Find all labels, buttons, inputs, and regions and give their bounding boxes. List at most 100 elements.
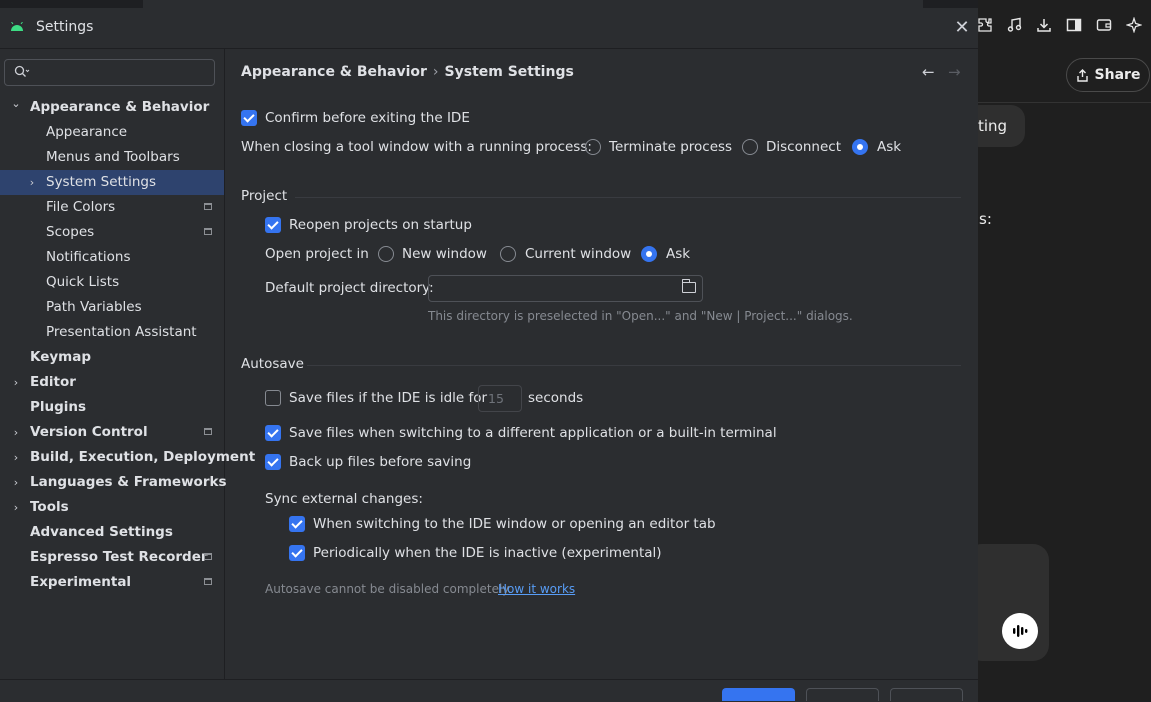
sidebar-item-experimental[interactable]: Experimental	[0, 570, 224, 595]
default-directory-label: Default project directory:	[265, 280, 434, 296]
chevron-down-icon[interactable]: ⌄	[10, 91, 22, 116]
backup-files-checkbox[interactable]	[265, 454, 281, 470]
how-it-works-link[interactable]: How it works	[498, 582, 575, 596]
project-divider	[295, 197, 961, 198]
forward-arrow-icon[interactable]: →	[948, 63, 961, 81]
settings-dialog: Settings ✕ ⌄ Appearance & Behavior Appeara…	[0, 8, 978, 702]
project-section-title: Project	[241, 188, 288, 204]
terminate-process-label: Terminate process	[609, 139, 733, 155]
chevron-right-icon[interactable]: ›	[10, 420, 22, 445]
disconnect-label: Disconnect	[766, 139, 841, 155]
open-project-ask-radio[interactable]	[641, 246, 657, 262]
music-note-icon[interactable]	[1005, 17, 1023, 35]
cancel-button[interactable]	[806, 688, 879, 701]
backup-files-label: Back up files before saving	[289, 454, 472, 470]
sidebar-item-scopes[interactable]: Scopes	[0, 220, 224, 245]
sidebar-item-plugins[interactable]: Plugins	[0, 395, 224, 420]
sidebar-item-languages-frameworks[interactable]: › Languages & Frameworks	[0, 470, 227, 495]
voice-mode-button[interactable]	[1002, 613, 1038, 649]
terminate-process-radio[interactable]	[585, 139, 601, 155]
sidebar-item-quick-lists[interactable]: Quick Lists	[0, 270, 224, 295]
sidebar-item-label: Build, Execution, Deployment	[30, 449, 256, 465]
sidebar-item-editor[interactable]: › Editor	[0, 370, 224, 395]
dialog-titlebar[interactable]: Settings ✕	[0, 8, 978, 49]
ok-button[interactable]	[722, 688, 795, 701]
extension-icon[interactable]	[976, 17, 994, 35]
settings-sidebar: ⌄ Appearance & Behavior Appearance Menus an…	[0, 49, 255, 679]
folder-icon[interactable]	[682, 279, 696, 293]
sync-on-switch-checkbox[interactable]	[289, 516, 305, 532]
sidebar-item-label: Appearance & Behavior	[30, 99, 210, 115]
background-text-fragment: s:	[979, 210, 992, 228]
download-icon[interactable]	[1035, 17, 1053, 35]
chevron-right-icon[interactable]: ›	[10, 470, 22, 495]
tool-window-ask-label: Ask	[877, 139, 902, 155]
sidebar-item-label: Appearance	[46, 124, 128, 140]
save-idle-label: Save files if the IDE is idle for	[289, 390, 488, 406]
sidebar-item-tools[interactable]: › Tools	[0, 495, 224, 520]
autosave-section-title: Autosave	[241, 356, 304, 372]
confirm-exit-checkbox[interactable]	[241, 110, 257, 126]
sidebar-item-file-colors[interactable]: File Colors	[0, 195, 224, 220]
android-icon	[10, 21, 24, 35]
sidebar-item-build-execution-deployment[interactable]: › Build, Execution, Deployment	[0, 445, 255, 470]
sidebar-item-appearance-behavior[interactable]: ⌄ Appearance & Behavior	[0, 95, 224, 120]
sidebar-item-keymap[interactable]: Keymap	[0, 345, 224, 370]
voice-waveform-icon	[1013, 625, 1028, 637]
sidebar-item-notifications[interactable]: Notifications	[0, 245, 224, 270]
back-arrow-icon[interactable]: ←	[922, 63, 935, 81]
sparkle-icon[interactable]	[1125, 16, 1143, 35]
default-directory-field[interactable]	[428, 275, 703, 302]
save-idle-checkbox[interactable]	[265, 390, 281, 406]
share-button[interactable]: Share	[1066, 58, 1150, 92]
idle-seconds-input[interactable]: 15	[478, 385, 522, 412]
sidebar-item-advanced-settings[interactable]: Advanced Settings	[0, 520, 224, 545]
sidebar-item-version-control[interactable]: › Version Control	[0, 420, 224, 445]
tool-window-ask-radio[interactable]	[852, 139, 868, 155]
settings-search-input[interactable]	[4, 59, 215, 86]
apply-button[interactable]	[890, 688, 963, 701]
sync-periodic-label: Periodically when the IDE is inactive (e…	[313, 545, 662, 561]
wallet-icon[interactable]	[1095, 17, 1113, 35]
sidebar-item-label: File Colors	[46, 199, 116, 215]
breadcrumb: Appearance & Behavior › System Settings	[241, 64, 574, 80]
sync-external-label: Sync external changes:	[265, 491, 423, 507]
new-window-radio[interactable]	[378, 246, 394, 262]
sidebar-icon[interactable]	[1065, 17, 1083, 35]
chevron-right-icon[interactable]: ›	[10, 370, 22, 395]
chevron-right-icon[interactable]: ›	[10, 495, 22, 520]
breadcrumb-parent[interactable]: Appearance & Behavior	[241, 64, 427, 80]
close-icon[interactable]: ✕	[953, 19, 971, 37]
chevron-right-icon[interactable]: ›	[26, 170, 38, 195]
sidebar-item-label: Plugins	[30, 399, 87, 415]
current-window-radio[interactable]	[500, 246, 516, 262]
background-divider	[978, 102, 1151, 103]
project-level-icon	[204, 553, 212, 560]
sidebar-item-menus-and-toolbars[interactable]: Menus and Toolbars	[0, 145, 224, 170]
sidebar-item-label: Version Control	[30, 424, 148, 440]
chevron-right-icon[interactable]: ›	[10, 445, 22, 470]
sidebar-item-espresso-test-recorder[interactable]: Espresso Test Recorder	[0, 545, 224, 570]
sync-on-switch-label: When switching to the IDE window or open…	[313, 516, 716, 532]
sidebar-item-system-settings[interactable]: › System Settings	[0, 170, 224, 195]
sidebar-item-label: Menus and Toolbars	[46, 149, 180, 165]
default-directory-hint: This directory is preselected in "Open..…	[428, 309, 853, 323]
reopen-projects-checkbox[interactable]	[265, 217, 281, 233]
open-project-in-label: Open project in	[265, 246, 369, 262]
save-on-switch-checkbox[interactable]	[265, 425, 281, 441]
share-label: Share	[1094, 67, 1141, 83]
sidebar-item-presentation-assistant[interactable]: Presentation Assistant	[0, 320, 224, 345]
sidebar-item-appearance[interactable]: Appearance	[0, 120, 224, 145]
disconnect-radio[interactable]	[742, 139, 758, 155]
search-icon	[14, 65, 30, 82]
sidebar-item-label: System Settings	[46, 174, 157, 190]
sidebar-item-label: Experimental	[30, 574, 132, 590]
open-project-ask-label: Ask	[666, 246, 691, 262]
sidebar-item-label: Espresso Test Recorder	[30, 549, 208, 565]
sidebar-item-path-variables[interactable]: Path Variables	[0, 295, 224, 320]
sidebar-item-label: Advanced Settings	[30, 524, 173, 540]
sync-periodic-checkbox[interactable]	[289, 545, 305, 561]
autosave-note: Autosave cannot be disabled completely.	[265, 582, 512, 596]
sidebar-item-label: Scopes	[46, 224, 95, 240]
project-level-icon	[204, 428, 212, 435]
